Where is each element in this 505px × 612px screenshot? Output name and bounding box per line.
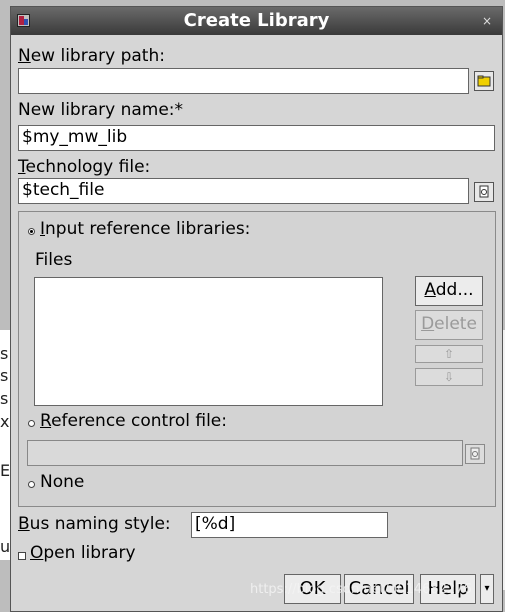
dialog-title: Create Library (183, 10, 330, 31)
open-library-label[interactable]: Open library (30, 543, 136, 563)
bus-naming-style-label: Bus naming style: (18, 514, 171, 534)
new-library-path-label: New library path: (18, 46, 165, 66)
background-text: x (0, 412, 10, 431)
reference-control-file-radio[interactable] (28, 420, 35, 427)
reference-control-file-input[interactable] (27, 440, 463, 466)
move-down-button[interactable]: ⇩ (415, 368, 483, 386)
file-icon (470, 447, 480, 460)
arrow-up-icon: ⇧ (443, 347, 455, 361)
create-library-dialog: Create Library × New library path: New l… (10, 6, 503, 612)
technology-file-input[interactable]: $tech_file (18, 178, 469, 204)
background-text: E (0, 461, 11, 480)
watermark-text: https://blog.csdn.net/u014682276 (250, 582, 472, 597)
background-text: s (0, 344, 9, 363)
more-button[interactable]: ▾ (480, 574, 494, 604)
new-library-path-input[interactable] (18, 68, 469, 94)
none-label[interactable]: None (40, 472, 84, 492)
add-button[interactable]: Add... (415, 276, 483, 306)
background-text: s (0, 389, 9, 408)
browse-control-file-button[interactable] (465, 444, 485, 464)
input-reference-libraries-label[interactable]: Input reference libraries: (40, 219, 250, 239)
delete-button[interactable]: Delete (415, 310, 483, 340)
none-radio[interactable] (28, 481, 35, 488)
files-label: Files (35, 250, 73, 270)
browse-path-button[interactable] (474, 71, 494, 91)
title-bar[interactable]: Create Library × (11, 7, 502, 35)
close-icon[interactable]: × (482, 14, 492, 28)
input-reference-libraries-radio[interactable] (28, 228, 35, 235)
browse-tech-file-button[interactable] (474, 182, 494, 202)
reference-control-file-label[interactable]: Reference control file: (40, 411, 227, 431)
file-icon (479, 185, 489, 198)
move-up-button[interactable]: ⇧ (415, 345, 483, 363)
files-listbox[interactable] (34, 277, 383, 406)
arrow-down-icon: ⇩ (443, 370, 455, 384)
chevron-down-icon: ▾ (484, 583, 490, 594)
technology-file-label: Technology file: (18, 157, 151, 177)
background-text: s (0, 366, 9, 385)
folder-icon (477, 75, 491, 87)
open-library-checkbox[interactable] (18, 552, 26, 560)
new-library-name-label: New library name:* (18, 100, 184, 120)
bus-naming-style-input[interactable]: [%d] (191, 512, 388, 538)
new-library-name-input[interactable]: $my_mw_lib (18, 125, 495, 151)
background-text: u (0, 537, 11, 556)
